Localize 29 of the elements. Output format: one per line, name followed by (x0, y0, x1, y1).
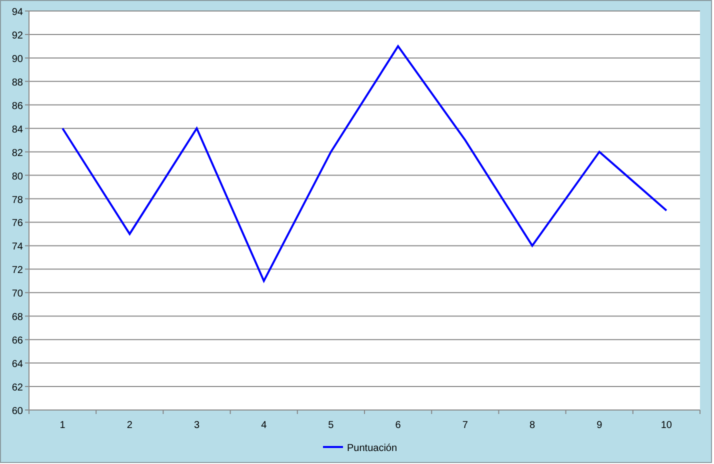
y-axis-label: 60 (12, 406, 23, 417)
x-axis-label: 5 (328, 420, 334, 431)
y-axis-label: 78 (12, 194, 23, 206)
y-axis-label: 72 (12, 265, 23, 276)
y-axis-label: 88 (12, 77, 23, 88)
x-axis-label: 7 (462, 420, 468, 431)
x-axis-label: 6 (395, 420, 401, 431)
y-axis-label: 68 (12, 312, 23, 324)
y-axis-label: 70 (12, 288, 23, 300)
y-axis-label: 74 (12, 242, 23, 253)
legend-label: Puntuación (347, 443, 398, 454)
x-axis-label: 2 (126, 420, 132, 431)
y-axis-label: 90 (12, 54, 23, 65)
y-axis-label: 82 (12, 148, 23, 159)
y-axis-label: 86 (12, 100, 23, 112)
y-axis-label: 64 (12, 359, 23, 370)
x-axis-label: 10 (660, 420, 672, 431)
y-axis-label: 92 (12, 30, 23, 42)
y-axis-label: 62 (12, 382, 23, 394)
y-axis-label: 80 (12, 171, 23, 182)
y-axis-label: 84 (12, 124, 23, 136)
x-axis-label: 4 (261, 420, 267, 431)
x-axis-label: 8 (529, 420, 536, 431)
x-axis-label: 1 (60, 420, 66, 431)
x-axis-label: 9 (596, 420, 602, 431)
y-axis-label: 66 (12, 336, 23, 347)
y-axis-label: 94 (12, 7, 23, 18)
x-axis-label: 3 (194, 420, 200, 431)
y-axis-label: 76 (12, 218, 23, 230)
